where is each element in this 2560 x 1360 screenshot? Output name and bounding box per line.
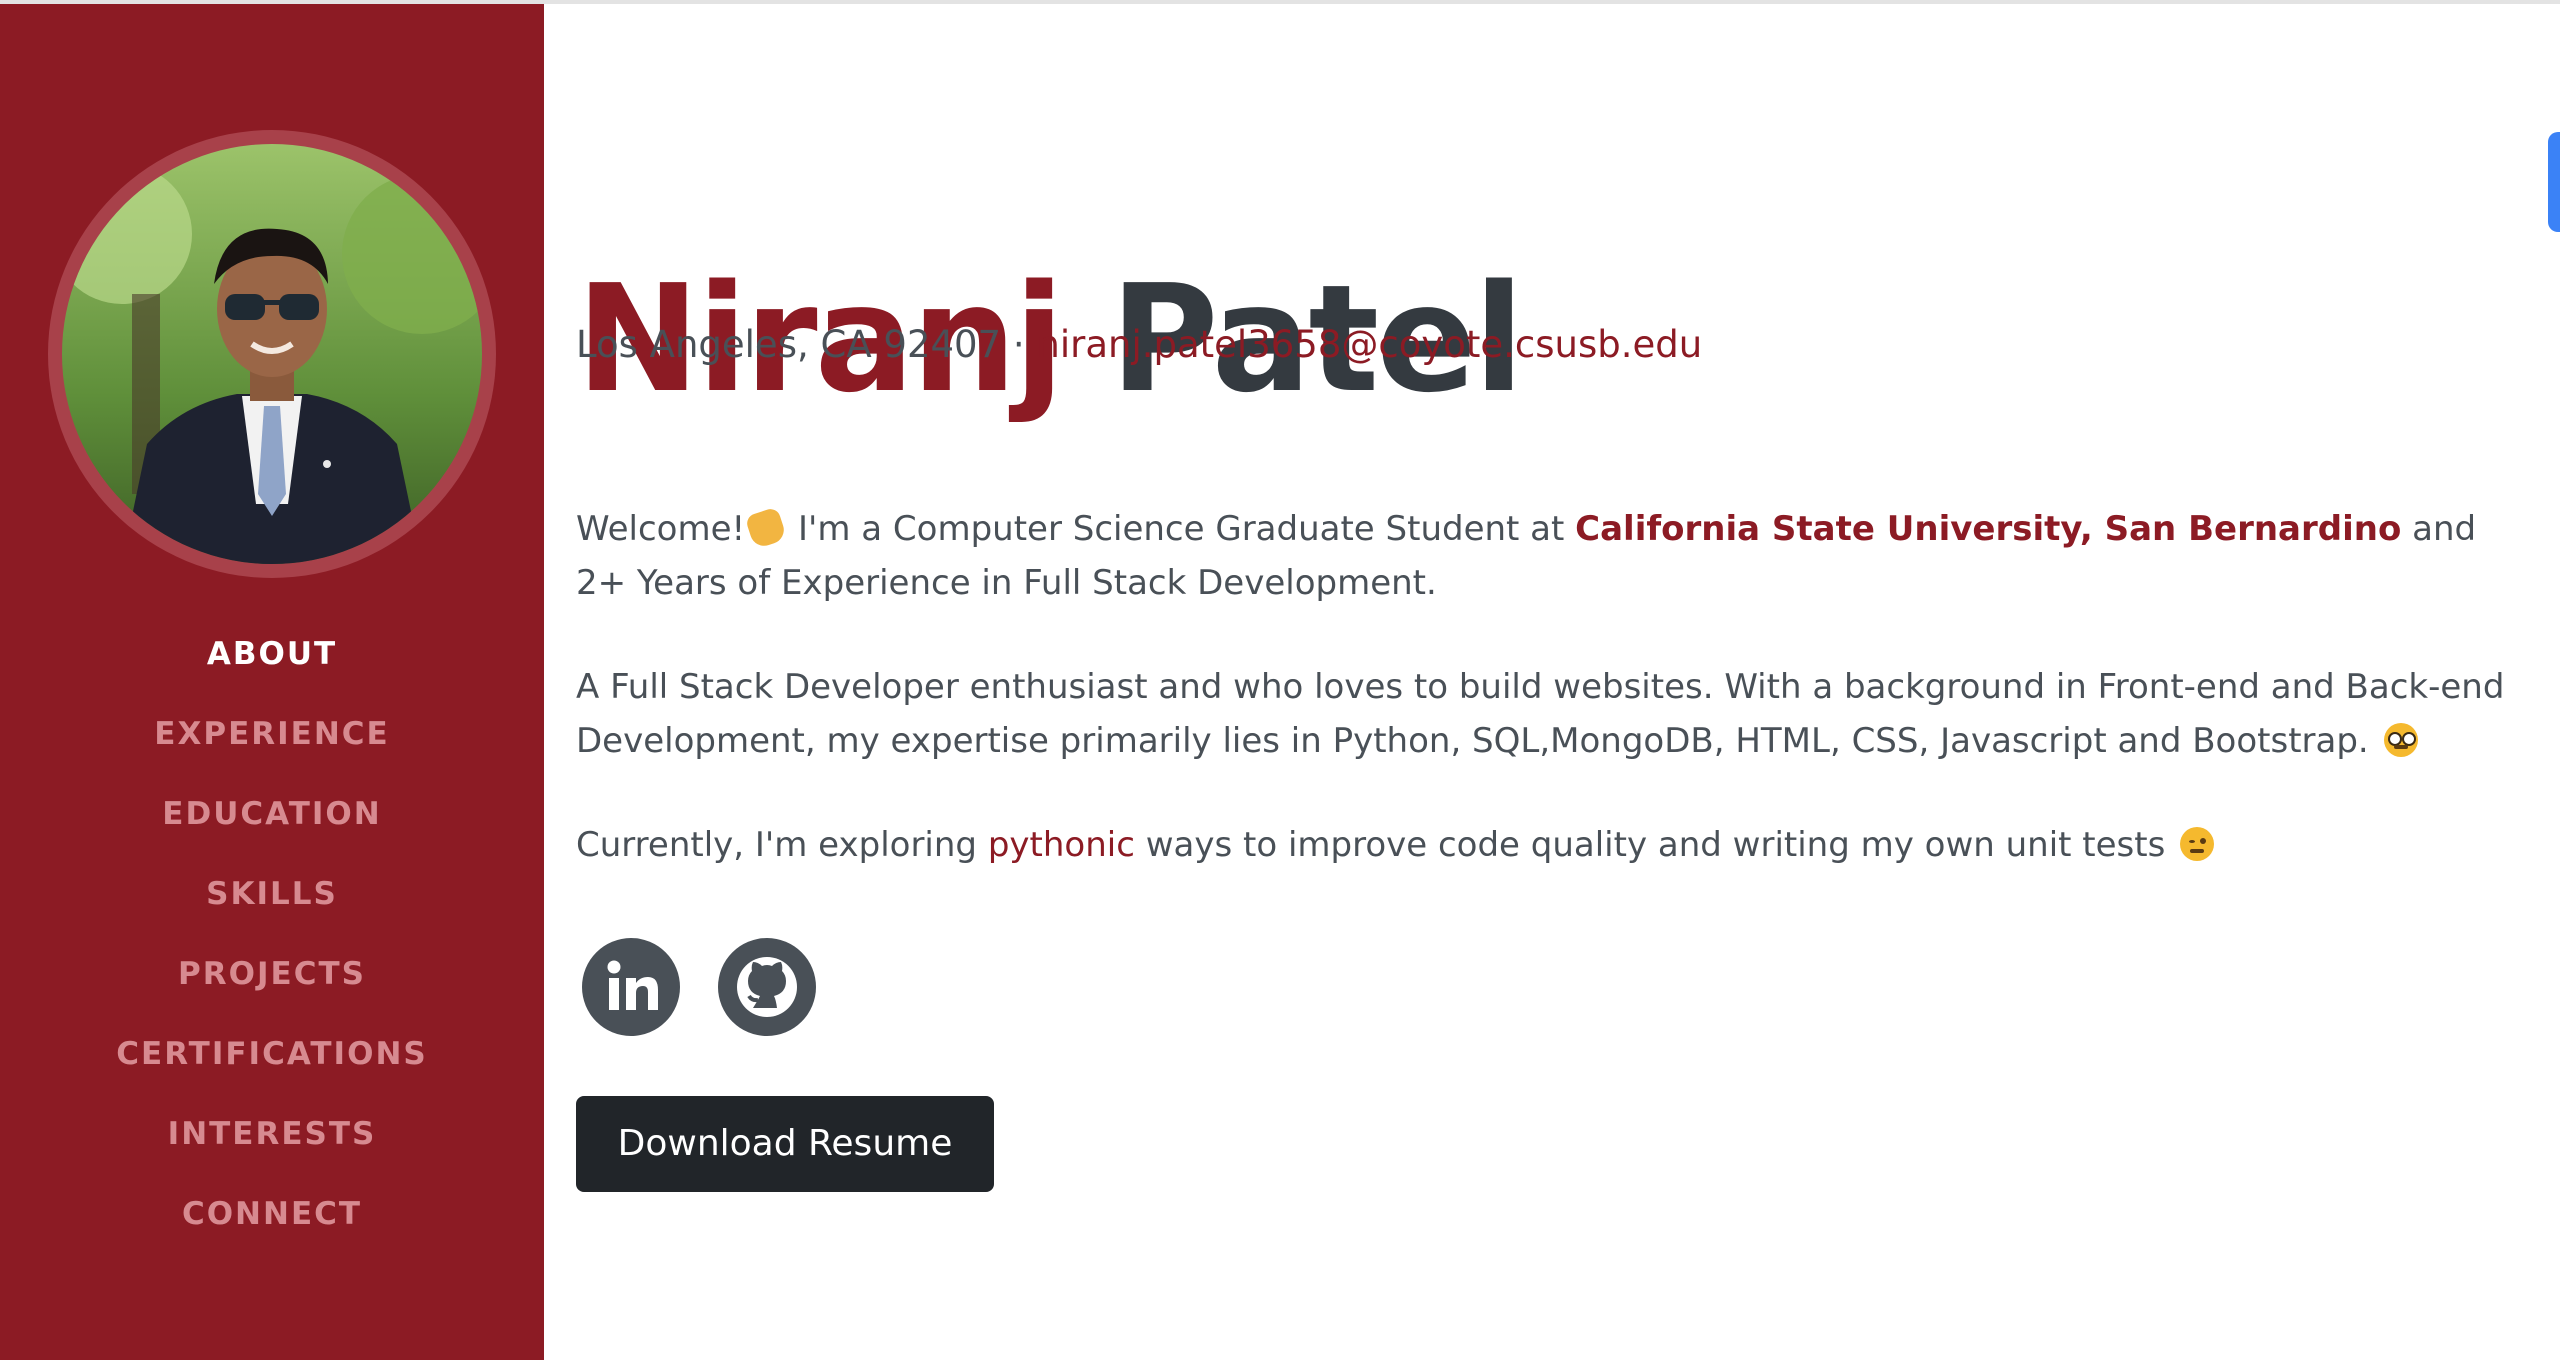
avatar-ring <box>48 130 496 578</box>
nerd-face-icon <box>2383 723 2418 757</box>
nav-experience[interactable]: EXPERIENCE <box>0 702 544 782</box>
nav-projects[interactable]: PROJECTS <box>0 942 544 1022</box>
download-resume-button[interactable]: Download Resume <box>576 1096 994 1192</box>
welcome-text: Welcome! <box>576 509 746 549</box>
floating-edge-tab[interactable] <box>2548 132 2560 232</box>
sidebar: ABOUT EXPERIENCE EDUCATION SKILLS PROJEC… <box>0 4 544 1360</box>
nav-interests[interactable]: INTERESTS <box>0 1102 544 1182</box>
winking-face-icon <box>2180 827 2215 861</box>
nav-skills[interactable]: SKILLS <box>0 862 544 942</box>
github-link[interactable] <box>718 938 816 1036</box>
sidebar-nav: ABOUT EXPERIENCE EDUCATION SKILLS PROJEC… <box>0 622 544 1262</box>
waving-hand-icon <box>744 506 788 550</box>
current-text-end: ways to improve code quality and writing… <box>1134 825 2177 865</box>
intro-paragraph: Welcome! I'm a Computer Science Graduate… <box>576 502 2526 610</box>
contact-line: Los Angeles, CA 92407 · niranj.patel3658… <box>576 320 1702 370</box>
github-icon <box>737 957 797 1017</box>
nav-certifications[interactable]: CERTIFICATIONS <box>0 1022 544 1102</box>
intro-text: I'm a Computer Science Graduate Student … <box>787 509 1576 549</box>
nav-connect[interactable]: CONNECT <box>0 1182 544 1262</box>
pythonic-highlight: pythonic <box>987 825 1135 865</box>
linkedin-link[interactable] <box>582 938 680 1036</box>
current-text: Currently, I'm exploring <box>576 825 988 865</box>
email-link[interactable]: niranj.patel3658@coyote.csusb.edu <box>1036 323 1702 366</box>
current-paragraph: Currently, I'm exploring pythonic ways t… <box>576 818 2526 872</box>
university-name: California State University, San Bernard… <box>1575 509 2402 549</box>
linkedin-icon <box>607 960 658 1010</box>
nav-education[interactable]: EDUCATION <box>0 782 544 862</box>
address: Los Angeles, CA 92407 · <box>576 323 1037 366</box>
background-paragraph: A Full Stack Developer enthusiast and wh… <box>576 660 2526 768</box>
nav-about[interactable]: ABOUT <box>0 622 544 702</box>
profile-photo <box>62 144 482 564</box>
background-text: A Full Stack Developer enthusiast and wh… <box>576 667 2505 761</box>
